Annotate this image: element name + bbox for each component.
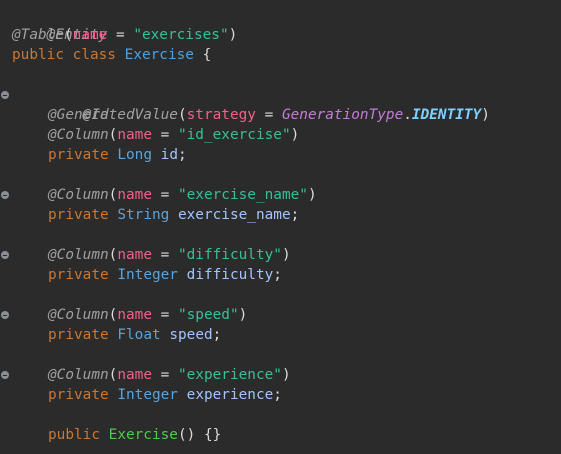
string-literal: "speed"	[177, 307, 239, 323]
code-line-column-annotation: @Column(name = "id_exercise")	[48, 125, 299, 145]
fold-collapse-icon[interactable]	[1, 371, 9, 379]
annotation-token: @Column	[48, 367, 109, 383]
annotation-token: @Column	[48, 247, 109, 263]
keyword-private: private	[48, 327, 109, 343]
keyword-private: private	[48, 207, 109, 223]
code-line-generatedvalue-annotation: @GeneratedValue(strategy = GenerationTyp…	[48, 105, 490, 125]
annotation-token: @Column	[48, 307, 109, 323]
type-name: String	[117, 207, 170, 223]
fold-collapse-icon[interactable]	[1, 251, 9, 259]
equals-token: =	[151, 187, 178, 203]
paren-close: )	[281, 367, 291, 383]
string-literal: "id_exercise"	[177, 127, 291, 143]
attribute-name: name	[117, 127, 152, 143]
code-line-field-declaration: private Integer experience;	[48, 385, 282, 405]
string-literal: "difficulty"	[177, 247, 282, 263]
code-line-field-declaration: private Float speed;	[48, 325, 221, 345]
annotation-token: @Column	[48, 127, 109, 143]
fold-collapse-icon[interactable]	[1, 311, 9, 319]
paren-open: (	[63, 27, 73, 43]
equals-token: =	[151, 127, 178, 143]
equals-token: =	[151, 247, 178, 263]
constructor-body: () {}	[177, 427, 222, 443]
equals-token: =	[151, 307, 178, 323]
paren-close: )	[307, 187, 317, 203]
class-name: Exercise	[124, 47, 194, 63]
fold-collapse-icon[interactable]	[1, 191, 9, 199]
equals-token: =	[151, 367, 178, 383]
annotation-token: @Column	[48, 187, 109, 203]
annotation-token: @Table	[12, 27, 64, 43]
attribute-name: name	[117, 307, 152, 323]
type-name: Integer	[117, 387, 178, 403]
field-name: exercise_name	[177, 207, 291, 223]
type-name: Long	[117, 147, 152, 163]
attribute-name: strategy	[186, 107, 256, 123]
code-line-constructor: public Exercise() {}	[48, 425, 221, 445]
attribute-name: name	[117, 187, 152, 203]
constructor-name: Exercise	[108, 427, 178, 443]
annotation-token: @GeneratedValue	[48, 107, 178, 123]
code-editor[interactable]: @Entity @Table(name = "exercises") publi…	[0, 0, 561, 454]
keyword-public: public	[48, 427, 100, 443]
paren-close: )	[238, 307, 248, 323]
fold-collapse-icon[interactable]	[1, 91, 9, 99]
open-brace: {	[193, 47, 212, 63]
code-line-field-declaration: private String exercise_name;	[48, 205, 299, 225]
code-line-column-annotation: @Column(name = "exercise_name")	[48, 185, 317, 205]
enum-type: GenerationType	[281, 107, 404, 123]
type-name: Float	[117, 327, 161, 343]
paren-open: (	[177, 107, 187, 123]
code-line-column-annotation: @Column(name = "experience")	[48, 365, 291, 385]
equals-token: =	[107, 27, 134, 43]
paren-close: )	[481, 107, 490, 123]
keyword-class: class	[72, 47, 116, 63]
field-name: difficulty	[186, 267, 274, 283]
string-literal: "exercises"	[133, 27, 229, 43]
semicolon: ;	[273, 267, 282, 283]
semicolon: ;	[177, 147, 187, 163]
equals-token: =	[255, 107, 282, 123]
semicolon: ;	[273, 387, 282, 403]
semicolon: ;	[212, 327, 222, 343]
code-line-class-declaration: public class Exercise {	[12, 45, 211, 65]
keyword-public: public	[12, 47, 64, 63]
code-line-field-declaration: private Long id;	[48, 145, 187, 165]
paren-close: )	[228, 27, 238, 43]
code-line-table-annotation: @Table(name = "exercises")	[12, 25, 237, 45]
attribute-name: name	[117, 367, 152, 383]
string-literal: "exercise_name"	[177, 187, 308, 203]
semicolon: ;	[290, 207, 300, 223]
code-line-id-annotation: @Id	[48, 85, 109, 123]
field-name: experience	[186, 387, 274, 403]
type-name: Integer	[117, 267, 178, 283]
paren-close: )	[281, 247, 291, 263]
code-line-column-annotation: @Column(name = "difficulty")	[48, 245, 291, 265]
paren-close: )	[290, 127, 300, 143]
field-name: id	[160, 147, 178, 163]
enum-constant: IDENTITY	[411, 107, 482, 123]
keyword-private: private	[48, 267, 109, 283]
code-line-field-declaration: private Integer difficulty;	[48, 265, 282, 285]
code-line-entity-annotation: @Entity	[12, 5, 108, 43]
attribute-name: name	[72, 27, 108, 43]
keyword-private: private	[48, 387, 109, 403]
string-literal: "experience"	[177, 367, 282, 383]
dot-token: .	[403, 107, 412, 123]
keyword-private: private	[48, 147, 109, 163]
field-name: speed	[169, 327, 213, 343]
code-line-column-annotation: @Column(name = "speed")	[48, 305, 247, 325]
attribute-name: name	[117, 247, 152, 263]
